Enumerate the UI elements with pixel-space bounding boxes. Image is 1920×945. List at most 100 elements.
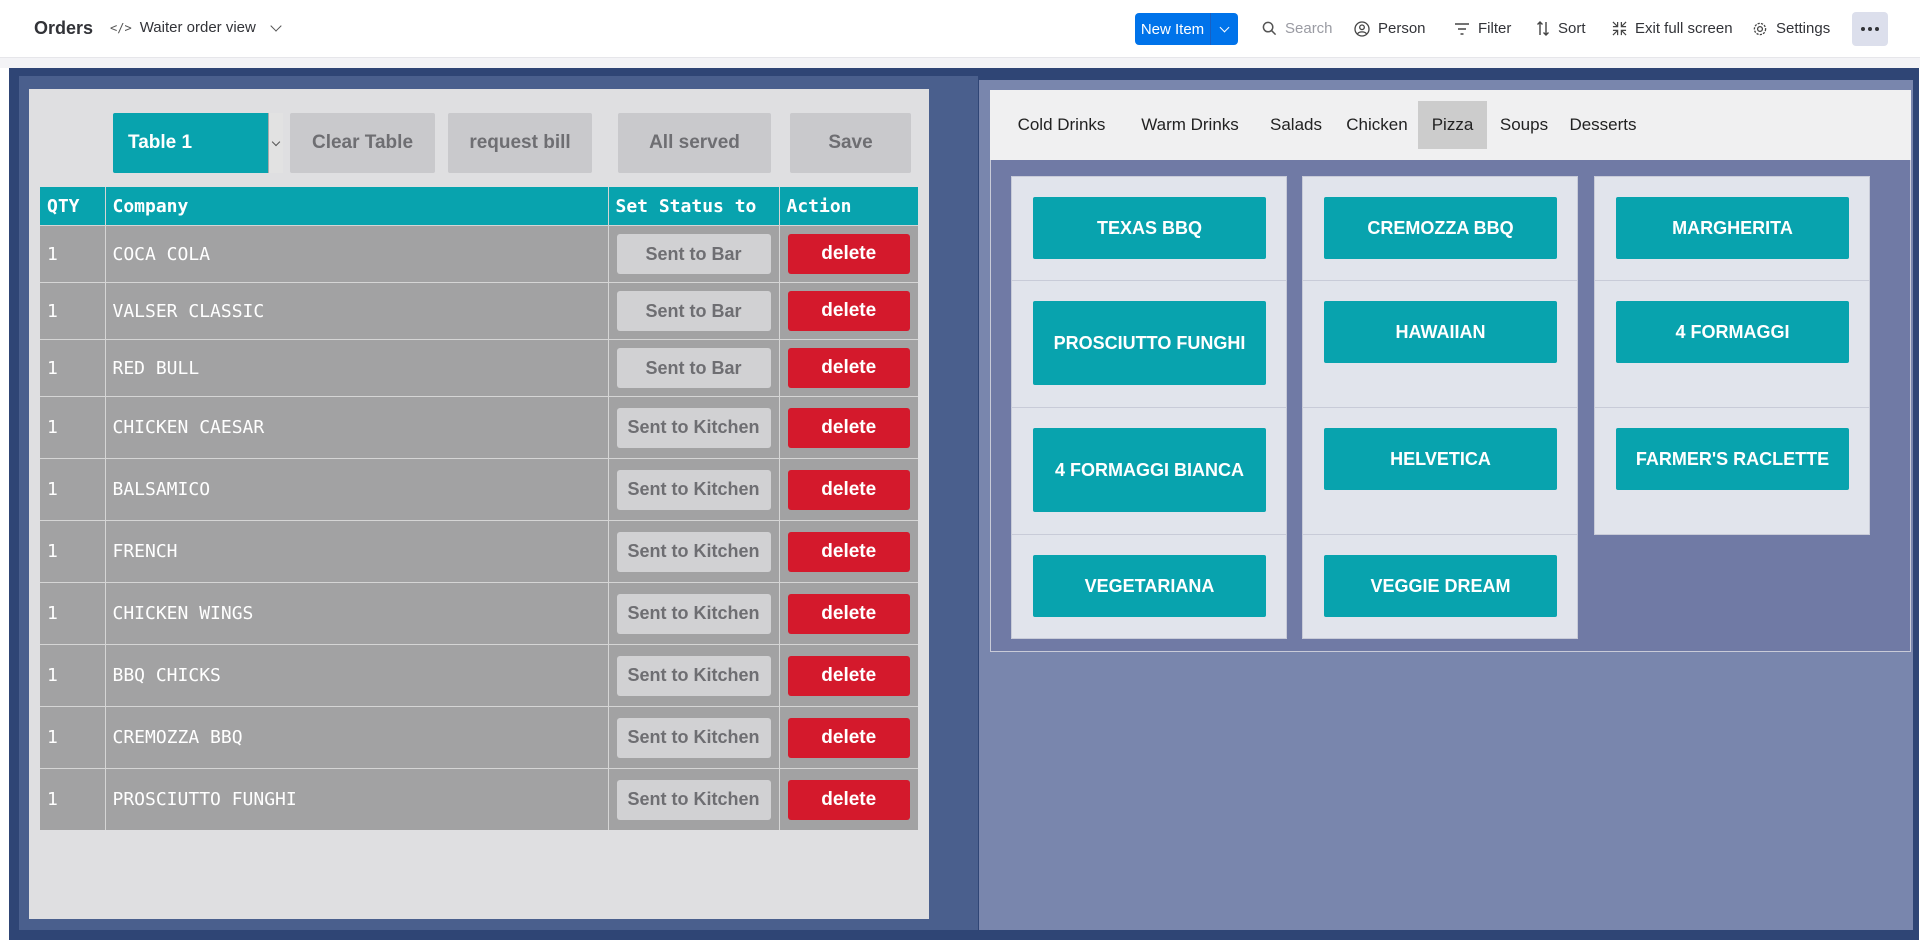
delete-button[interactable]: delete bbox=[787, 291, 910, 331]
column-header: Set Status to bbox=[608, 187, 780, 226]
search-icon bbox=[1262, 21, 1277, 36]
set-status-button[interactable]: Sent to Bar bbox=[616, 234, 771, 274]
gear-icon bbox=[1753, 22, 1767, 35]
filter-label: Filter bbox=[1478, 20, 1512, 37]
tab-cold-drinks[interactable]: Cold Drinks bbox=[1004, 101, 1119, 149]
sort-label: Sort bbox=[1558, 20, 1586, 37]
request-bill-button[interactable]: request bill bbox=[448, 113, 592, 173]
set-status-button[interactable]: Sent to Kitchen bbox=[616, 407, 771, 448]
menu-item-button[interactable]: HAWAIIAN bbox=[1324, 301, 1557, 363]
action-cell: delete bbox=[779, 520, 918, 583]
more-options-button[interactable] bbox=[1852, 12, 1888, 46]
set-status-button[interactable]: Sent to Kitchen bbox=[616, 779, 771, 820]
delete-button[interactable]: delete bbox=[787, 407, 910, 448]
status-cell: Sent to Kitchen bbox=[608, 520, 780, 583]
table-select[interactable]: Table 1 bbox=[113, 113, 283, 173]
qty-cell: 1 bbox=[40, 282, 106, 340]
item-cell: CHICKEN CAESAR bbox=[105, 396, 609, 459]
column-header: Action bbox=[779, 187, 918, 226]
tab-soups[interactable]: Soups bbox=[1494, 101, 1554, 149]
status-cell: Sent to Kitchen bbox=[608, 768, 780, 830]
select-arrow[interactable] bbox=[268, 113, 283, 173]
order-table: QTY Company Set Status to Action 1 COCA C… bbox=[40, 187, 918, 830]
column-header: QTY bbox=[40, 187, 106, 226]
status-cell: Sent to Kitchen bbox=[608, 396, 780, 459]
new-item-button[interactable]: New Item bbox=[1135, 13, 1238, 45]
clear-table-button[interactable]: Clear Table bbox=[290, 113, 435, 173]
tab-desserts[interactable]: Desserts bbox=[1561, 101, 1645, 149]
action-cell: delete bbox=[779, 768, 918, 830]
menu-item-button[interactable]: 4 FORMAGGI bbox=[1616, 301, 1849, 363]
set-status-button[interactable]: Sent to Bar bbox=[616, 348, 771, 388]
delete-button[interactable]: delete bbox=[787, 593, 910, 634]
board-title: Orders bbox=[34, 18, 94, 38]
save-button[interactable]: Save bbox=[790, 113, 911, 173]
menu-cell: CREMOZZA BBQ bbox=[1303, 177, 1577, 281]
item-cell: VALSER CLASSIC bbox=[105, 282, 609, 340]
chevron-down-icon bbox=[270, 19, 282, 32]
menu-item-button[interactable]: FARMER'S RACLETTE bbox=[1616, 428, 1849, 490]
menu-column: MARGHERITA 4 FORMAGGI FARMER'S RACLETTE bbox=[1594, 176, 1870, 535]
search-input[interactable]: Search bbox=[1262, 20, 1333, 37]
menu-item-button[interactable]: CREMOZZA BBQ bbox=[1324, 197, 1557, 259]
menu-cell: VEGGIE DREAM bbox=[1303, 535, 1577, 638]
set-status-button[interactable]: Sent to Kitchen bbox=[616, 655, 771, 696]
qty-cell: 1 bbox=[40, 396, 106, 459]
all-served-button[interactable]: All served bbox=[618, 113, 771, 173]
tab-chicken[interactable]: Chicken bbox=[1340, 101, 1414, 149]
menu-cell: TEXAS BBQ bbox=[1012, 177, 1286, 281]
filter-button[interactable]: Filter bbox=[1454, 20, 1511, 37]
set-status-button[interactable]: Sent to Bar bbox=[616, 291, 771, 331]
chevron-down-icon bbox=[271, 137, 281, 146]
dot-icon bbox=[1875, 27, 1879, 31]
menu-item-button[interactable]: VEGETARIANA bbox=[1033, 555, 1266, 617]
tab-salads[interactable]: Salads bbox=[1261, 101, 1331, 149]
menu-cell: VEGETARIANA bbox=[1012, 535, 1286, 638]
delete-button[interactable]: delete bbox=[787, 779, 910, 820]
set-status-button[interactable]: Sent to Kitchen bbox=[616, 531, 771, 572]
status-cell: Sent to Bar bbox=[608, 339, 780, 397]
dot-icon bbox=[1868, 27, 1872, 31]
table-row: 1 VALSER CLASSIC Sent to Bar delete bbox=[40, 282, 918, 340]
item-cell: FRENCH bbox=[105, 520, 609, 583]
status-cell: Sent to Kitchen bbox=[608, 582, 780, 645]
menu-item-button[interactable]: MARGHERITA bbox=[1616, 197, 1849, 259]
table-row: 1 RED BULL Sent to Bar delete bbox=[40, 339, 918, 397]
code-icon: </> bbox=[110, 20, 132, 35]
action-cell: delete bbox=[779, 339, 918, 397]
tab-warm-drinks[interactable]: Warm Drinks bbox=[1129, 101, 1251, 149]
menu-cell: PROSCIUTTO FUNGHI bbox=[1012, 281, 1286, 408]
view-name: Waiter order view bbox=[139, 19, 256, 36]
tab-pizza[interactable]: Pizza bbox=[1418, 101, 1487, 149]
category-tabs: Cold Drinks Warm Drinks Salads Chicken P… bbox=[990, 90, 1911, 160]
qty-cell: 1 bbox=[40, 768, 106, 830]
delete-button[interactable]: delete bbox=[787, 469, 910, 510]
person-filter-button[interactable]: Person bbox=[1354, 20, 1426, 37]
delete-button[interactable]: delete bbox=[787, 531, 910, 572]
view-selector[interactable]: </> Waiter order view bbox=[110, 19, 282, 36]
exit-fullscreen-button[interactable]: Exit full screen bbox=[1612, 20, 1733, 37]
delete-button[interactable]: delete bbox=[787, 717, 910, 758]
item-cell: RED BULL bbox=[105, 339, 609, 397]
delete-button[interactable]: delete bbox=[787, 655, 910, 696]
table-select-value: Table 1 bbox=[128, 132, 193, 153]
menu-column: CREMOZZA BBQ HAWAIIAN HELVETICA VEGGIE D… bbox=[1302, 176, 1578, 639]
qty-cell: 1 bbox=[40, 582, 106, 645]
new-item-label[interactable]: New Item bbox=[1135, 13, 1211, 45]
menu-item-button[interactable]: 4 FORMAGGI BIANCA bbox=[1033, 428, 1266, 512]
sort-button[interactable]: Sort bbox=[1536, 20, 1586, 37]
new-item-dropdown[interactable] bbox=[1211, 13, 1238, 45]
menu-item-button[interactable]: PROSCIUTTO FUNGHI bbox=[1033, 301, 1266, 385]
delete-button[interactable]: delete bbox=[787, 234, 910, 274]
menu-item-button[interactable]: VEGGIE DREAM bbox=[1324, 555, 1557, 617]
set-status-button[interactable]: Sent to Kitchen bbox=[616, 469, 771, 510]
header-divider bbox=[0, 58, 1920, 68]
delete-button[interactable]: delete bbox=[787, 348, 910, 388]
set-status-button[interactable]: Sent to Kitchen bbox=[616, 593, 771, 634]
menu-cell: HAWAIIAN bbox=[1303, 281, 1577, 408]
menu-item-button[interactable]: TEXAS BBQ bbox=[1033, 197, 1266, 259]
set-status-button[interactable]: Sent to Kitchen bbox=[616, 717, 771, 758]
table-row: 1 BALSAMICO Sent to Kitchen delete bbox=[40, 458, 918, 521]
menu-item-button[interactable]: HELVETICA bbox=[1324, 428, 1557, 490]
settings-button[interactable]: Settings bbox=[1752, 20, 1830, 37]
